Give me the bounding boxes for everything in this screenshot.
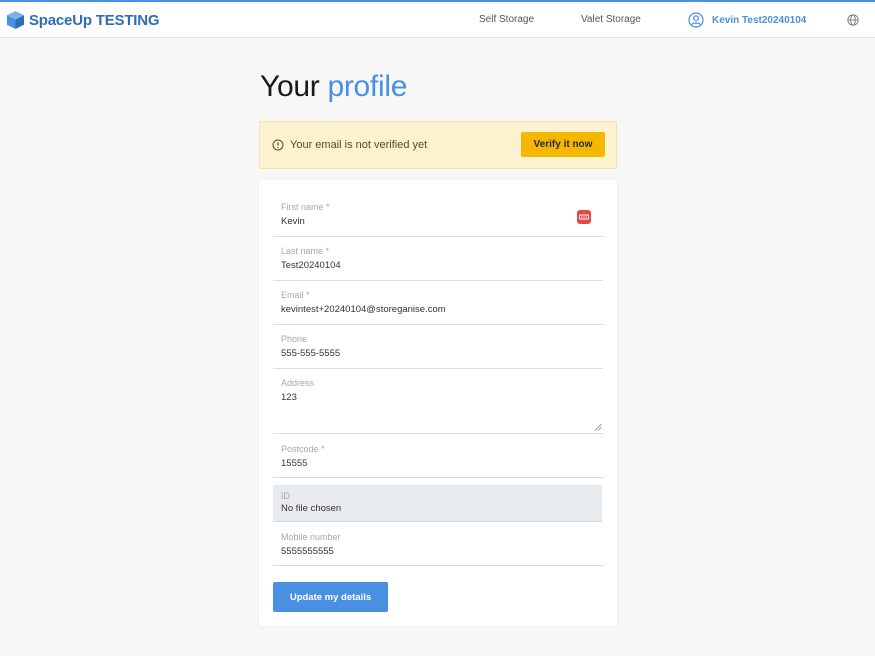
id-file-input[interactable]: No file chosen xyxy=(281,503,341,514)
user-name: Kevin Test20240104 xyxy=(712,14,807,26)
postcode-input[interactable]: 15555 xyxy=(281,458,307,469)
postcode-field[interactable]: Postcode * 15555 xyxy=(273,444,603,478)
user-circle-icon xyxy=(688,12,704,28)
email-unverified-alert: Your email is not verified yet Verify it… xyxy=(259,121,617,169)
last-name-field[interactable]: Last name * Test20240104 xyxy=(273,246,603,281)
brand-name: SpaceUp TESTING xyxy=(29,11,160,29)
resize-grip-icon[interactable] xyxy=(594,423,602,431)
email-field[interactable]: Email * kevintest+20240104@storeganise.c… xyxy=(273,290,603,325)
first-name-input[interactable]: Kevin xyxy=(281,216,305,227)
top-bar: SpaceUp TESTING Self Storage Valet Stora… xyxy=(0,0,875,38)
last-name-label: Last name * xyxy=(281,246,330,256)
postcode-label: Postcode * xyxy=(281,444,325,454)
page-title-main: Your xyxy=(260,70,320,103)
nav-valet-storage[interactable]: Valet Storage xyxy=(581,14,641,25)
email-label: Email * xyxy=(281,290,310,300)
id-file-field[interactable]: ID No file chosen xyxy=(273,485,602,522)
first-name-field[interactable]: First name * Kevin xyxy=(273,202,603,237)
globe-icon[interactable] xyxy=(847,14,859,26)
id-label: ID xyxy=(281,491,290,501)
last-name-input[interactable]: Test20240104 xyxy=(281,260,341,271)
password-manager-icon[interactable] xyxy=(577,210,591,224)
alert-message: Your email is not verified yet xyxy=(290,139,428,151)
first-name-label: First name * xyxy=(281,202,330,212)
phone-label: Phone xyxy=(281,334,308,344)
mobile-number-input[interactable]: 5555555555 xyxy=(281,546,334,557)
brand-logo[interactable]: SpaceUp TESTING xyxy=(6,10,160,30)
cube-logo-icon xyxy=(6,10,25,30)
email-input[interactable]: kevintest+20240104@storeganise.com xyxy=(281,304,446,315)
phone-input[interactable]: 555-555-5555 xyxy=(281,348,340,359)
page-title-accent: profile xyxy=(327,70,408,103)
mobile-number-field[interactable]: Mobile number 5555555555 xyxy=(273,532,603,566)
profile-form-card: First name * Kevin Last name * Test20240… xyxy=(259,180,617,626)
address-field[interactable]: Address 123 xyxy=(273,378,603,434)
phone-field[interactable]: Phone 555-555-5555 xyxy=(273,334,603,369)
nav-self-storage[interactable]: Self Storage xyxy=(479,14,534,25)
mobile-number-label: Mobile number xyxy=(281,532,341,542)
info-circle-icon xyxy=(272,139,284,151)
address-textarea[interactable]: 123 xyxy=(281,392,297,403)
address-label: Address xyxy=(281,378,315,388)
update-details-button[interactable]: Update my details xyxy=(273,582,388,612)
verify-email-button[interactable]: Verify it now xyxy=(521,132,605,157)
page-title: Your profile xyxy=(260,70,407,104)
user-menu[interactable]: Kevin Test20240104 xyxy=(688,11,806,29)
